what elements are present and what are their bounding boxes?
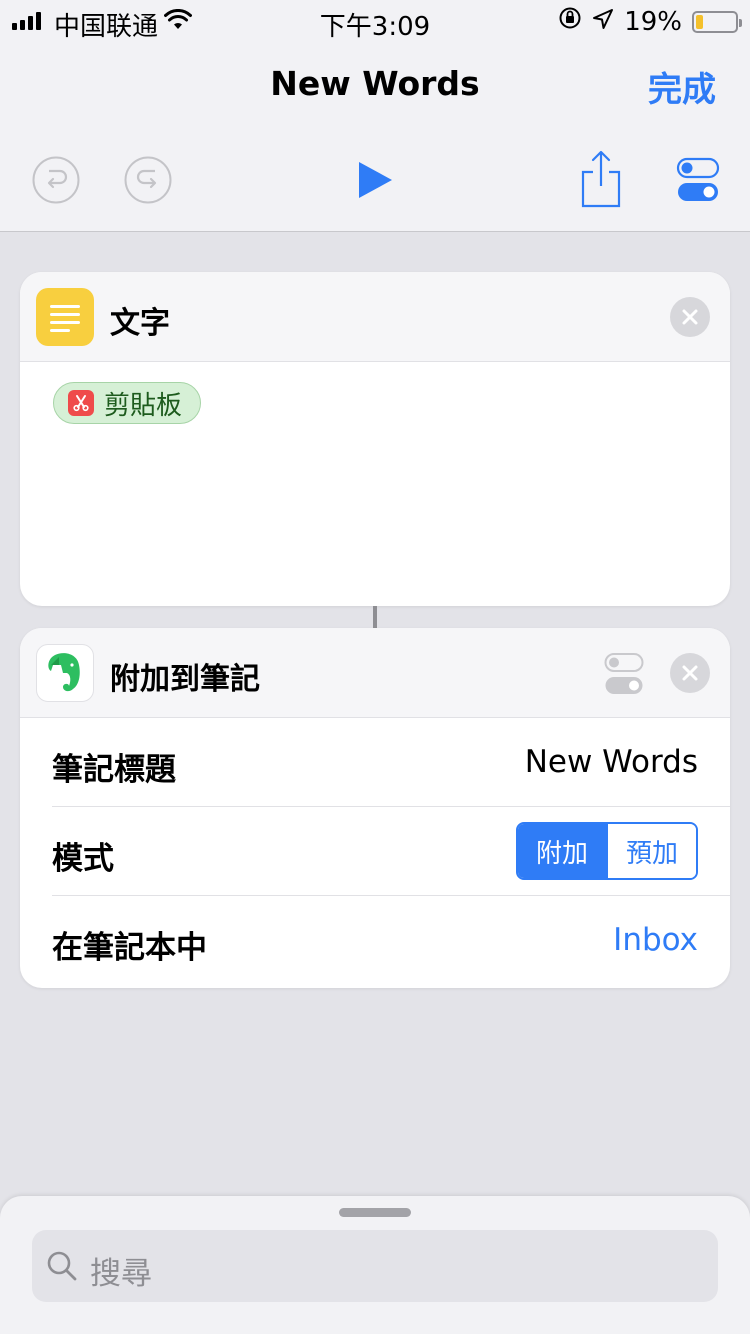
done-button[interactable]: 完成 bbox=[648, 62, 716, 111]
orientation-lock-icon bbox=[558, 6, 582, 37]
clipboard-variable-chip[interactable]: 剪貼板 bbox=[53, 382, 202, 424]
clipboard-variable-label: 剪貼板 bbox=[104, 390, 183, 421]
mode-prepend-segment[interactable]: 預加 bbox=[606, 824, 696, 878]
share-button[interactable] bbox=[580, 150, 622, 212]
remove-append-action-button[interactable] bbox=[670, 653, 710, 693]
mode-label: 模式 bbox=[52, 841, 114, 877]
search-placeholder: 搜尋 bbox=[90, 1256, 152, 1292]
search-input[interactable]: 搜尋 bbox=[32, 1230, 718, 1302]
text-lines-icon bbox=[36, 288, 94, 346]
append-to-note-action-card[interactable]: 附加到筆記 筆記標題 New Words 模式 附加 預加 在筆記本中 Inbo… bbox=[20, 628, 730, 988]
evernote-elephant-icon bbox=[36, 644, 94, 702]
action-connector bbox=[373, 606, 377, 628]
settings-toggle-icon bbox=[676, 157, 720, 201]
location-icon bbox=[592, 7, 614, 37]
notebook-value[interactable]: Inbox bbox=[613, 922, 698, 958]
note-title-value[interactable]: New Words bbox=[525, 744, 698, 780]
sheet-grabber-handle[interactable] bbox=[339, 1208, 411, 1217]
undo-button[interactable] bbox=[32, 156, 80, 208]
redo-icon bbox=[124, 156, 172, 204]
undo-icon bbox=[32, 156, 80, 204]
text-action-header: 文字 bbox=[20, 272, 730, 362]
mode-append-segment[interactable]: 附加 bbox=[518, 824, 606, 878]
append-to-note-title: 附加到筆記 bbox=[110, 662, 260, 697]
notebook-row[interactable]: 在筆記本中 Inbox bbox=[52, 896, 730, 985]
close-icon bbox=[682, 665, 698, 681]
text-action-card[interactable]: 文字 剪貼板 bbox=[20, 272, 730, 606]
share-icon bbox=[581, 150, 621, 208]
battery-percent: 19% bbox=[624, 6, 682, 37]
append-to-note-header: 附加到筆記 bbox=[20, 628, 730, 718]
play-icon bbox=[359, 162, 392, 198]
action-options-toggle-button[interactable] bbox=[604, 652, 644, 700]
clipboard-scissors-icon bbox=[68, 390, 94, 416]
remove-text-action-button[interactable] bbox=[670, 297, 710, 337]
note-title-label: 筆記標題 bbox=[52, 752, 176, 788]
note-title-row[interactable]: 筆記標題 New Words bbox=[52, 718, 730, 807]
search-icon bbox=[46, 1250, 78, 1286]
redo-button[interactable] bbox=[124, 156, 172, 208]
options-toggle-icon bbox=[604, 653, 644, 694]
navigation-bar: New Words 完成 bbox=[0, 42, 750, 232]
shortcut-title: New Words bbox=[270, 64, 480, 103]
mode-row: 模式 附加 預加 bbox=[52, 807, 730, 896]
settings-button[interactable] bbox=[676, 156, 720, 208]
status-bar: 中国联通 下午3:09 19% bbox=[0, 0, 750, 42]
battery-icon bbox=[692, 10, 742, 33]
text-action-title: 文字 bbox=[110, 306, 170, 341]
notebook-label: 在筆記本中 bbox=[52, 930, 207, 966]
mode-segmented-control[interactable]: 附加 預加 bbox=[516, 822, 698, 880]
run-button[interactable] bbox=[356, 160, 394, 204]
action-search-sheet: 搜尋 bbox=[0, 1196, 750, 1334]
close-icon bbox=[682, 309, 698, 325]
